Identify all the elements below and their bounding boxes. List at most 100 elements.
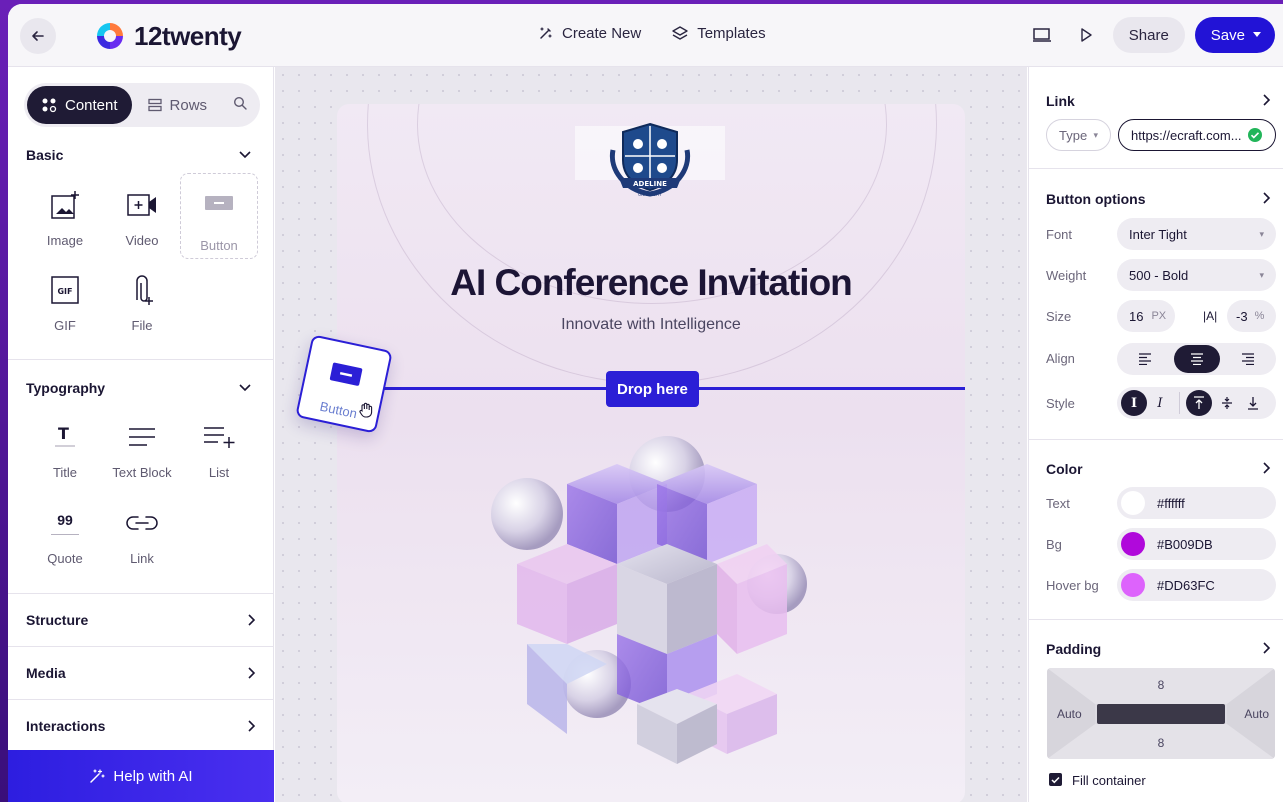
search-button[interactable] <box>233 96 247 115</box>
padding-top-value[interactable]: 8 <box>1047 678 1275 692</box>
section-structure[interactable]: Structure <box>8 593 274 646</box>
valign-top-button[interactable] <box>1186 390 1212 416</box>
email-preview[interactable]: ADELINE UNIVERSITY AI Conference Invitat… <box>337 104 965 802</box>
save-button[interactable]: Save <box>1194 17 1275 53</box>
chevron-right-icon[interactable] <box>1263 462 1271 474</box>
bold-button[interactable]: I <box>1121 390 1147 416</box>
valign-middle-button[interactable] <box>1214 390 1240 416</box>
block-image[interactable]: Image <box>26 185 104 248</box>
valign-bottom-icon <box>1248 397 1258 410</box>
chevron-right-icon[interactable] <box>1263 642 1271 654</box>
link-url-value: https://ecraft.com... <box>1131 127 1242 143</box>
left-sidebar: Content Rows Basic Image Video Button GI… <box>8 67 274 802</box>
letter-spacing-input[interactable]: -3 % <box>1227 300 1276 332</box>
share-button[interactable]: Share <box>1112 17 1185 53</box>
gif-icon: GIF <box>51 276 79 304</box>
link-icon <box>126 516 158 530</box>
block-link[interactable]: Link <box>103 503 181 566</box>
align-right-button[interactable] <box>1226 345 1270 373</box>
svg-text:T: T <box>58 424 69 443</box>
layers-icon <box>672 26 688 40</box>
block-file-label: File <box>131 318 153 333</box>
block-button-label: Button <box>200 238 238 253</box>
block-image-label: Image <box>46 233 84 248</box>
italic-button[interactable]: I <box>1147 390 1173 416</box>
quote-icon: 99 <box>51 512 79 535</box>
section-media-label: Media <box>26 665 66 681</box>
spacing-unit: % <box>1254 310 1265 322</box>
email-subheadline[interactable]: Innovate with Intelligence <box>337 316 965 334</box>
size-label: Size <box>1046 309 1072 324</box>
padding-bottom-value[interactable]: 8 <box>1047 736 1275 750</box>
logo-ring-icon <box>97 23 123 49</box>
brand-logo[interactable]: 12twenty <box>94 20 242 52</box>
block-text[interactable]: Text Block <box>103 417 181 480</box>
dragging-button-block[interactable]: Button <box>295 334 393 434</box>
block-gif[interactable]: GIF GIF <box>26 270 104 333</box>
block-list[interactable]: List <box>180 417 258 480</box>
block-button[interactable]: Button <box>180 173 258 259</box>
chevron-down-icon[interactable] <box>239 151 251 159</box>
fill-container-checkbox[interactable] <box>1049 773 1062 786</box>
chevron-right-icon[interactable] <box>1263 192 1271 204</box>
bg-color-swatch[interactable] <box>1121 532 1145 556</box>
valign-bottom-button[interactable] <box>1240 390 1266 416</box>
text-color-picker[interactable]: #ffffff <box>1117 487 1276 519</box>
align-group <box>1117 343 1276 375</box>
bg-color-picker[interactable]: #B009DB <box>1117 528 1276 560</box>
play-icon <box>1081 28 1092 42</box>
block-gif-label: GIF <box>54 318 76 333</box>
size-input[interactable]: 16 PX <box>1117 300 1175 332</box>
link-type-select[interactable]: Type ▾ <box>1046 119 1111 151</box>
block-quote[interactable]: 99 Quote <box>26 503 104 567</box>
rows-icon <box>147 98 162 112</box>
create-new-button[interactable]: Create New <box>538 24 641 42</box>
check-circle-icon <box>1248 128 1262 142</box>
weight-select[interactable]: 500 - Bold ▾ <box>1117 259 1276 291</box>
hover-bg-swatch[interactable] <box>1121 573 1145 597</box>
header-right-actions: Share Save <box>1025 17 1275 53</box>
desktop-preview-button[interactable] <box>1025 18 1059 52</box>
email-headline[interactable]: AI Conference Invitation <box>337 262 965 304</box>
block-title[interactable]: T Title <box>26 417 104 480</box>
section-interactions-label: Interactions <box>26 718 106 734</box>
link-type-label: Type <box>1059 127 1088 143</box>
chevron-right-icon <box>248 667 256 679</box>
align-label: Align <box>1046 351 1075 366</box>
align-left-button[interactable] <box>1123 345 1167 373</box>
panel-divider <box>1029 439 1283 440</box>
size-value: 16 <box>1129 308 1144 324</box>
header-center-actions: Create New Templates <box>538 24 766 42</box>
magic-wand-icon <box>90 769 105 783</box>
hover-bg-picker[interactable]: #DD63FC <box>1117 569 1276 601</box>
button-block-icon <box>329 362 363 386</box>
editor-canvas[interactable]: ADELINE UNIVERSITY AI Conference Invitat… <box>275 67 1027 802</box>
back-button[interactable] <box>20 18 56 54</box>
padding-left-value[interactable]: Auto <box>1057 707 1082 721</box>
tab-rows[interactable]: Rows <box>147 97 207 114</box>
padding-right-value[interactable]: Auto <box>1244 707 1269 721</box>
crest-subtext: UNIVERSITY <box>638 192 662 197</box>
chevron-down-icon[interactable] <box>239 384 251 392</box>
block-video[interactable]: Video <box>103 185 181 248</box>
block-file[interactable]: File <box>103 270 181 333</box>
chevron-right-icon[interactable] <box>1263 94 1271 106</box>
text-color-swatch[interactable] <box>1121 491 1145 515</box>
templates-button[interactable]: Templates <box>671 24 766 42</box>
university-crest-icon[interactable]: ADELINE UNIVERSITY <box>605 120 695 200</box>
play-preview-button[interactable] <box>1069 18 1103 52</box>
chevron-right-icon <box>248 614 256 626</box>
section-media[interactable]: Media <box>8 646 274 699</box>
drop-here-indicator[interactable]: Drop here <box>606 371 699 407</box>
tab-content[interactable]: Content <box>27 86 132 124</box>
font-select[interactable]: Inter Tight ▾ <box>1117 218 1276 250</box>
magic-pen-icon <box>540 27 552 39</box>
padding-editor[interactable]: 8 8 Auto Auto <box>1047 668 1275 759</box>
help-with-ai-button[interactable]: Help with AI <box>8 750 274 802</box>
section-interactions[interactable]: Interactions <box>8 699 274 752</box>
tab-content-label: Content <box>65 96 118 114</box>
align-center-button[interactable] <box>1173 345 1220 373</box>
link-url-input[interactable]: https://ecraft.com... <box>1118 119 1276 151</box>
cube-illustration[interactable] <box>487 434 817 764</box>
fill-container-label: Fill container <box>1072 773 1146 788</box>
